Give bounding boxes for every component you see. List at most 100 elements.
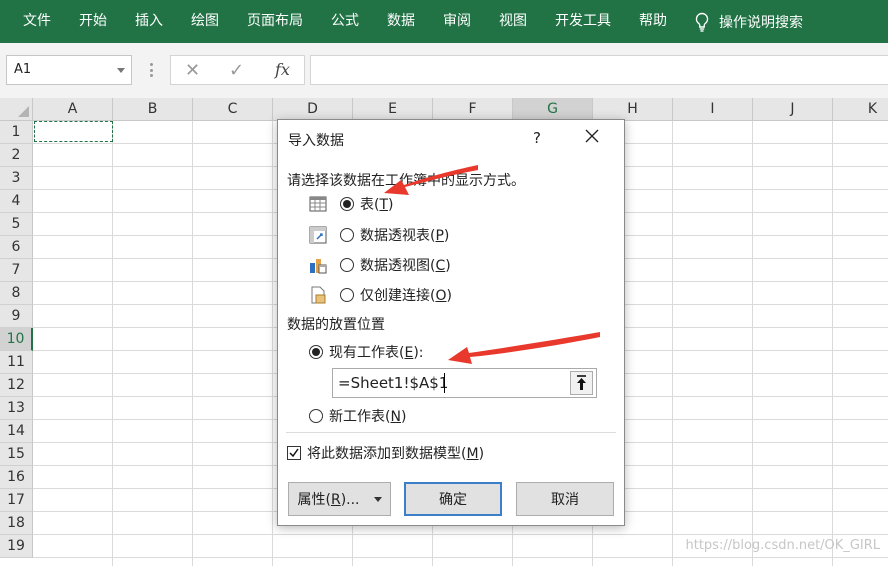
radio-pivot-chart[interactable] [340, 258, 354, 272]
close-button[interactable] [585, 129, 599, 147]
row-header-4[interactable]: 4 [0, 190, 33, 213]
chevron-down-icon[interactable] [373, 496, 382, 502]
column-header-f[interactable]: F [433, 98, 513, 121]
row-header-5[interactable]: 5 [0, 213, 33, 236]
column-header-d[interactable]: D [273, 98, 353, 121]
row-header-14[interactable]: 14 [0, 420, 33, 443]
radio-new-sheet[interactable] [309, 409, 323, 423]
option-pivot-chart[interactable]: 数据透视图(C) [309, 255, 451, 275]
close-icon[interactable]: ✕ [185, 60, 200, 81]
formula-buttons: ✕ ✓ fx [170, 55, 305, 85]
chevron-down-icon[interactable] [117, 68, 125, 73]
row-header-1[interactable]: 1 [0, 121, 33, 144]
option-new-sheet-label: 新工作表(N) [329, 409, 407, 425]
check-icon[interactable]: ✓ [229, 60, 244, 81]
column-header-c[interactable]: C [193, 98, 273, 121]
radio-connection-only[interactable] [340, 288, 354, 302]
drag-handle-icon[interactable] [150, 63, 153, 77]
help-button[interactable]: ? [533, 129, 541, 147]
row-header-10[interactable]: 10 [0, 328, 33, 351]
column-header-j[interactable]: J [753, 98, 833, 121]
row-header-8[interactable]: 8 [0, 282, 33, 305]
option-table-label: 表(T) [360, 197, 394, 213]
data-model-label: 将此数据添加到数据模型(M) [307, 446, 485, 462]
pivot-chart-icon [310, 259, 327, 274]
column-header-b[interactable]: B [113, 98, 193, 121]
insert-function-button[interactable]: fx [275, 60, 290, 79]
import-data-dialog: 导入数据 ? 请选择该数据在工作簿中的显示方式。 表(T) 数据透视表(P) 数… [277, 119, 625, 526]
reference-value: =Sheet1!$A$1 [338, 374, 449, 392]
checkmark-icon [289, 448, 299, 458]
tab-draw[interactable]: 绘图 [177, 0, 233, 43]
option-connection-only-label: 仅创建连接(O) [360, 288, 452, 304]
option-existing-sheet[interactable]: 现有工作表(E): [309, 342, 424, 362]
option-pivot-table-label: 数据透视表(P) [360, 228, 450, 244]
connection-icon [311, 286, 326, 304]
tab-file[interactable]: 文件 [0, 0, 65, 43]
formula-input[interactable] [310, 55, 888, 85]
dialog-title: 导入数据 [288, 133, 344, 149]
select-all-button[interactable] [0, 98, 33, 121]
tab-home[interactable]: 开始 [65, 0, 121, 43]
radio-table[interactable] [340, 197, 354, 211]
row-header-18[interactable]: 18 [0, 512, 33, 535]
tab-page-layout[interactable]: 页面布局 [233, 0, 317, 43]
tab-formulas[interactable]: 公式 [317, 0, 373, 43]
properties-label: 属性(R)... [297, 492, 360, 508]
row-header-17[interactable]: 17 [0, 489, 33, 512]
placement-heading: 数据的放置位置 [287, 317, 385, 333]
tell-me-search[interactable]: 操作说明搜索 [695, 12, 803, 32]
collapse-dialog-icon [577, 375, 586, 390]
row-header-15[interactable]: 15 [0, 443, 33, 466]
column-header-e[interactable]: E [353, 98, 433, 121]
tab-data[interactable]: 数据 [373, 0, 429, 43]
tab-insert[interactable]: 插入 [121, 0, 177, 43]
tab-view[interactable]: 视图 [485, 0, 541, 43]
row-header-9[interactable]: 9 [0, 305, 33, 328]
tab-help[interactable]: 帮助 [625, 0, 681, 43]
column-header-g[interactable]: G [513, 98, 593, 121]
pivot-table-icon [309, 226, 327, 244]
range-picker-button[interactable] [570, 371, 593, 395]
properties-button[interactable]: 属性(R)... [288, 482, 391, 516]
column-header-k[interactable]: K [833, 98, 888, 121]
column-header-i[interactable]: I [673, 98, 753, 121]
row-header-6[interactable]: 6 [0, 236, 33, 259]
row-header-16[interactable]: 16 [0, 466, 33, 489]
row-header-2[interactable]: 2 [0, 144, 33, 167]
option-add-to-data-model[interactable]: 将此数据添加到数据模型(M) [287, 443, 484, 463]
option-connection-only[interactable]: 仅创建连接(O) [309, 285, 452, 305]
radio-pivot-table[interactable] [340, 228, 354, 242]
option-existing-sheet-label: 现有工作表(E): [329, 345, 424, 361]
reference-input[interactable]: =Sheet1!$A$1 [332, 368, 597, 398]
option-table[interactable]: 表(T) [309, 194, 394, 214]
option-new-sheet[interactable]: 新工作表(N) [309, 406, 406, 426]
column-header-a[interactable]: A [33, 98, 113, 121]
name-box-value: A1 [14, 62, 32, 77]
tab-review[interactable]: 审阅 [429, 0, 485, 43]
ribbon-menu-bar: 文件 开始 插入 绘图 页面布局 公式 数据 审阅 视图 开发工具 帮助 操作说… [0, 0, 888, 43]
watermark: https://blog.csdn.net/OK_GIRL [685, 538, 881, 553]
ok-button[interactable]: 确定 [404, 482, 502, 516]
cancel-button[interactable]: 取消 [516, 482, 614, 516]
row-header-12[interactable]: 12 [0, 374, 33, 397]
text-caret [444, 373, 445, 393]
tab-developer[interactable]: 开发工具 [541, 0, 625, 43]
row-header-3[interactable]: 3 [0, 167, 33, 190]
checkbox-data-model[interactable] [287, 446, 301, 460]
row-header-19[interactable]: 19 [0, 535, 33, 558]
radio-existing-sheet[interactable] [309, 345, 323, 359]
display-prompt: 请选择该数据在工作簿中的显示方式。 [287, 173, 525, 189]
row-header-7[interactable]: 7 [0, 259, 33, 282]
name-box[interactable]: A1 [6, 55, 132, 85]
table-icon [309, 196, 327, 212]
row-header-11[interactable]: 11 [0, 351, 33, 374]
row-header-13[interactable]: 13 [0, 397, 33, 420]
close-icon [585, 129, 599, 143]
active-cell-a1[interactable] [34, 121, 113, 142]
column-header-h[interactable]: H [593, 98, 673, 121]
tell-me-label: 操作说明搜索 [719, 14, 803, 31]
lightbulb-icon [695, 12, 709, 32]
option-pivot-table[interactable]: 数据透视表(P) [309, 225, 449, 245]
option-pivot-chart-label: 数据透视图(C) [360, 258, 451, 274]
